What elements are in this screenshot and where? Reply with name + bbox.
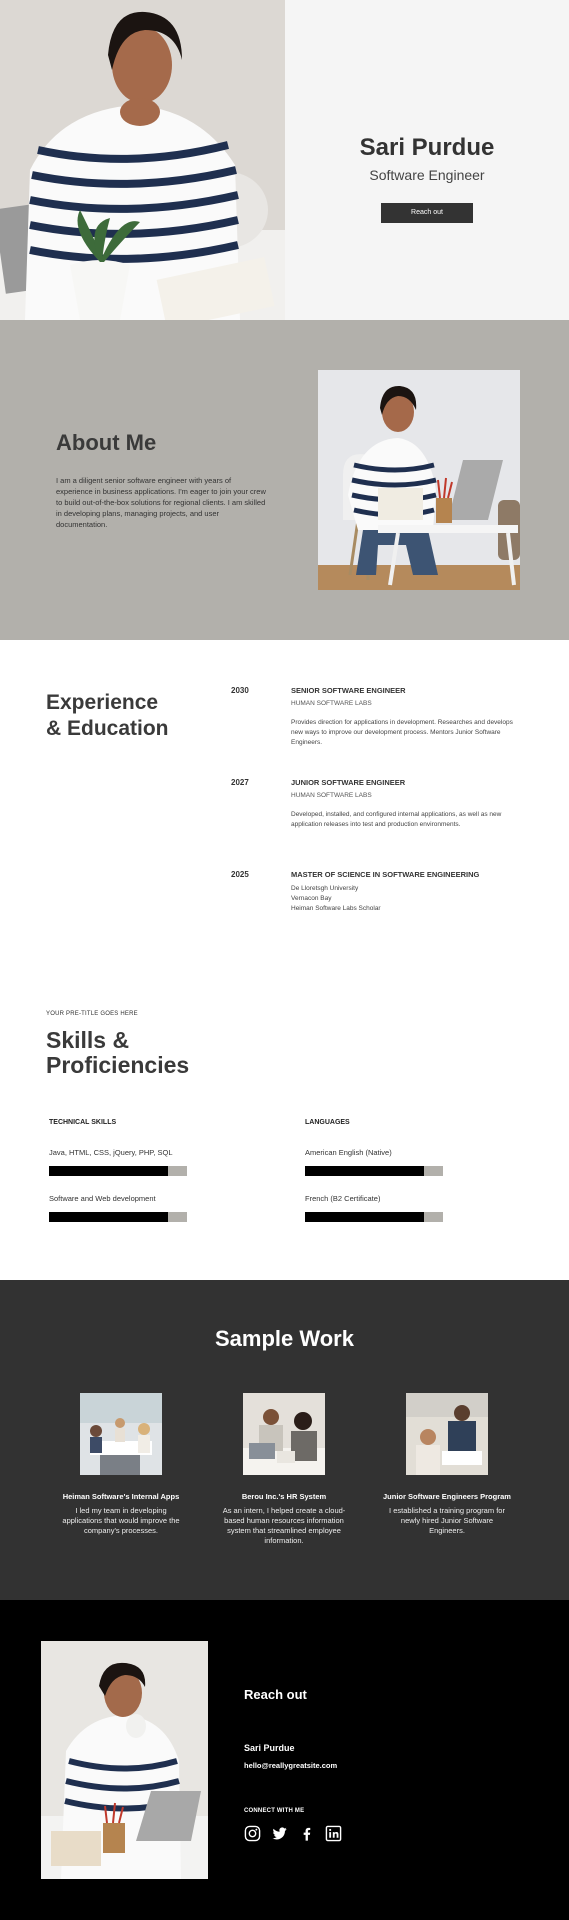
linkedin-icon[interactable] (325, 1825, 342, 1842)
language-bar-fill (305, 1212, 424, 1222)
experience-title-line1: Experience (46, 691, 159, 714)
sample-work-section: Sample Work Heiman Software's Internal A… (0, 1280, 569, 1600)
sample-work-title: Sample Work (215, 1326, 354, 1351)
skills-title-line1: Skills & (46, 1027, 130, 1053)
skills-title: Skills & Proficiencies (46, 1028, 189, 1078)
about-photo (318, 370, 520, 590)
hero-text: Sari Purdue Software Engineer Reach out (285, 0, 569, 320)
technical-skills-heading: TECHNICAL SKILLS (49, 1119, 117, 1126)
experience-title-line2: & Education (46, 717, 169, 740)
work-card[interactable]: Junior Software Engineers Program I esta… (382, 1393, 512, 1536)
experience-role: SENIOR SOFTWARE ENGINEER (291, 686, 406, 695)
about-section: About Me I am a diligent senior software… (0, 320, 569, 640)
education-degree: MASTER OF SCIENCE IN SOFTWARE ENGINEERIN… (291, 870, 480, 879)
language-bar (305, 1166, 443, 1176)
contact-photo (41, 1641, 208, 1879)
work-thumbnail (243, 1393, 325, 1475)
education-year: 2025 (231, 870, 249, 879)
contact-email-link[interactable]: hello@reallygreatsite.com (244, 1761, 337, 1770)
facebook-icon[interactable] (298, 1825, 315, 1842)
education-details: De Lloretsgh University Vernacon Bay Hei… (291, 884, 521, 914)
skill-bar-fill (49, 1212, 168, 1222)
work-thumbnail (80, 1393, 162, 1475)
education-detail-line: Heiman Software Labs Scholar (291, 905, 381, 912)
skill-bar (49, 1166, 187, 1176)
skill-label: Java, HTML, CSS, jQuery, PHP, SQL (49, 1148, 173, 1157)
education-detail-line: Vernacon Bay (291, 895, 332, 902)
hero-photo (0, 0, 285, 320)
about-body: I am a diligent senior software engineer… (56, 476, 266, 529)
twitter-icon[interactable] (271, 1825, 288, 1842)
experience-description: Provides direction for applications in d… (291, 719, 513, 746)
about-title: About Me (56, 430, 157, 455)
experience-section: Experience & Education 2030 SENIOR SOFTW… (0, 640, 569, 970)
experience-role: JUNIOR SOFTWARE ENGINEER (291, 778, 406, 787)
contact-title: Reach out (244, 1687, 307, 1702)
work-card[interactable]: Berou Inc.'s HR System As an intern, I h… (219, 1393, 349, 1546)
instagram-icon[interactable] (244, 1825, 261, 1842)
contact-section: Reach out Sari Purdue hello@reallygreats… (0, 1600, 569, 1920)
skill-bar-fill (49, 1166, 168, 1176)
hero-role: Software Engineer (369, 167, 485, 183)
work-thumbnail (406, 1393, 488, 1475)
work-card[interactable]: Heiman Software's Internal Apps I led my… (56, 1393, 186, 1536)
language-bar (305, 1212, 443, 1222)
skills-pretitle: YOUR PRE-TITLE GOES HERE (46, 1011, 138, 1017)
skill-label: Software and Web development (49, 1194, 156, 1203)
social-links (244, 1825, 342, 1842)
skills-section: YOUR PRE-TITLE GOES HERE Skills & Profic… (0, 970, 569, 1280)
work-description: I led my team in developing applications… (62, 1506, 180, 1535)
experience-company: HUMAN SOFTWARE LABS (291, 792, 372, 799)
work-name: Heiman Software's Internal Apps (62, 1492, 180, 1501)
skills-title-line2: Proficiencies (46, 1052, 190, 1078)
language-bar-fill (305, 1166, 424, 1176)
experience-description: Developed, installed, and configured int… (291, 811, 502, 828)
portfolio-page: Sari Purdue Software Engineer Reach out … (0, 0, 569, 1920)
connect-label: CONNECT WITH ME (244, 1808, 305, 1814)
work-description: As an intern, I helped create a cloud-ba… (222, 1506, 346, 1545)
language-label: French (B2 Certificate) (305, 1194, 381, 1203)
hero-section: Sari Purdue Software Engineer Reach out (0, 0, 569, 320)
language-label: American English (Native) (305, 1148, 392, 1157)
reach-out-button[interactable]: Reach out (381, 203, 473, 223)
work-name: Berou Inc.'s HR System (241, 1492, 327, 1501)
experience-company: HUMAN SOFTWARE LABS (291, 700, 372, 707)
skill-bar (49, 1212, 187, 1222)
languages-heading: LANGUAGES (305, 1119, 350, 1126)
education-detail-line: De Lloretsgh University (291, 885, 359, 892)
work-name: Junior Software Engineers Program (383, 1492, 511, 1501)
experience-year: 2030 (231, 686, 249, 695)
work-description: I established a training program for new… (389, 1506, 505, 1535)
experience-year: 2027 (231, 778, 249, 787)
experience-title: Experience & Education (46, 690, 169, 742)
contact-name: Sari Purdue (244, 1743, 295, 1753)
hero-name: Sari Purdue (359, 134, 495, 161)
